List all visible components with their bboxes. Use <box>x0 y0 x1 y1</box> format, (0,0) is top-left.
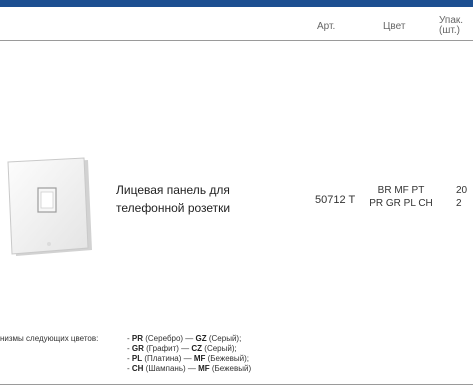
product-article: 50712 T <box>315 194 356 206</box>
legend-line: - CH (Шампань) — MF (Бежевый) <box>127 364 252 373</box>
top-color-bar <box>0 0 473 7</box>
legend-lead-text: низмы следующих цветов: <box>0 334 99 343</box>
legend-line: - GR (Графит) — CZ (Серый); <box>127 344 237 353</box>
product-colors: BR MF PT PR GR PL CH <box>365 184 437 210</box>
product-pack-line2: 2 <box>456 198 462 209</box>
column-header-pack: Упак. (шт.) <box>439 15 464 36</box>
legend-line: - PR (Серебро) — GZ (Серый); <box>127 334 242 343</box>
header-divider <box>0 40 473 41</box>
product-pack-line1: 20 <box>456 185 468 196</box>
legend-line: - PL (Платина) — MF (Бежевый); <box>127 354 250 363</box>
product-colors-line2: PR GR PL CH <box>369 198 433 209</box>
product-image <box>0 156 95 258</box>
footer-divider <box>0 384 473 385</box>
product-colors-line1: BR MF PT <box>377 185 425 196</box>
column-header-art: Арт. <box>317 21 336 32</box>
column-header-color: Цвет <box>383 21 406 32</box>
product-name: Лицевая панель для телефонной розетки <box>116 183 231 215</box>
catalog-page: Арт. Цвет Упак. (шт.) Лицевая панель для… <box>0 0 473 390</box>
color-legend: - PR (Серебро) — GZ (Серый); - GR (Графи… <box>127 334 251 374</box>
product-pack: 20 2 <box>456 184 473 210</box>
